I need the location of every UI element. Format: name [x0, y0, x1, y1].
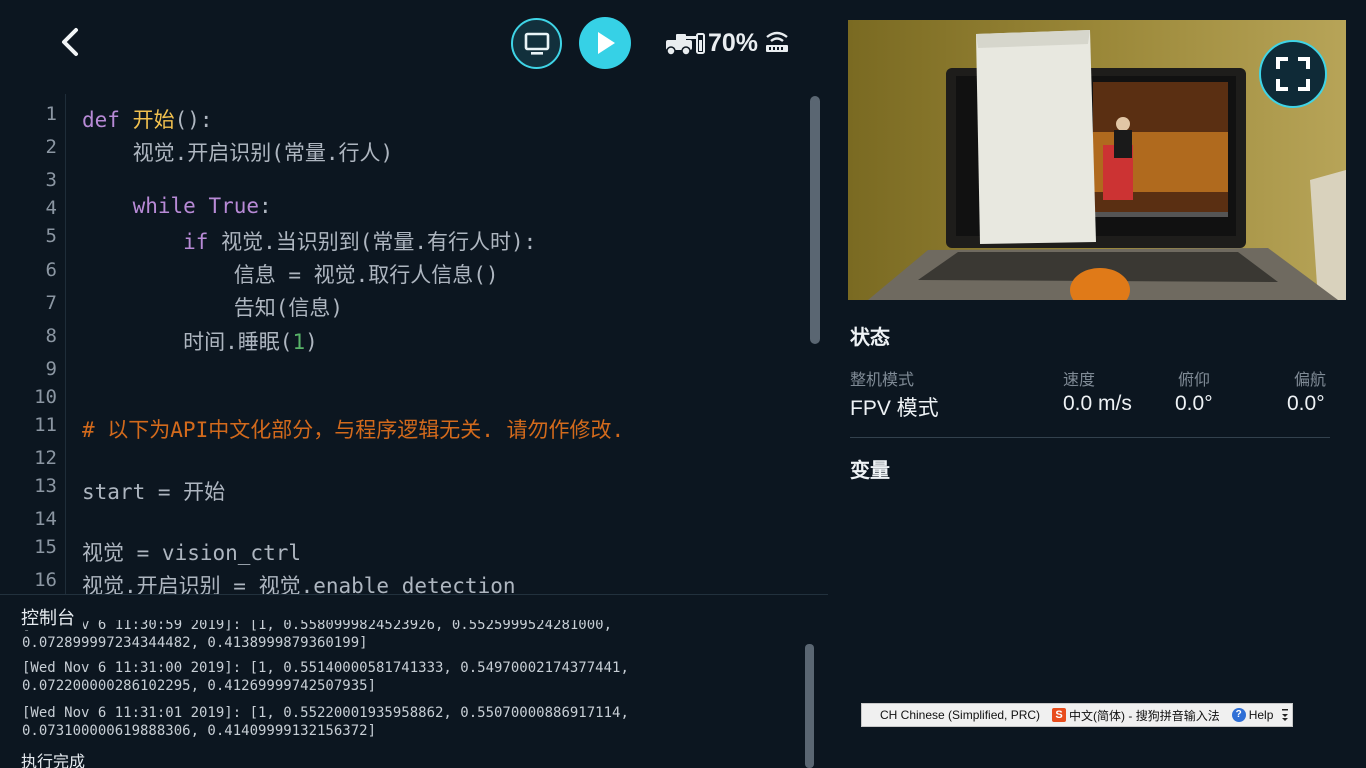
console-output: [Wed Nov 6 11:30:59 2019]: [1, 0.5580999… — [0, 620, 800, 768]
chevron-left-icon — [62, 28, 78, 56]
line-number: 5 — [45, 225, 57, 247]
robot-status-icon — [666, 33, 705, 56]
code-text: 视觉.当识别到(常量.有行人时): — [208, 230, 537, 254]
code-line-7: 告知(信息) — [82, 296, 344, 320]
code-line-2: 视觉.开启识别(常量.行人) — [82, 141, 394, 165]
line-number: 14 — [34, 508, 57, 530]
language-selector[interactable]: CH Chinese (Simplified, PRC) — [862, 708, 1044, 722]
keyword-def: def — [82, 108, 120, 132]
mode-value: FPV 模式 — [850, 397, 939, 420]
code-text: : — [259, 194, 272, 218]
line-number-gutter: 1 2 3 4 5 6 7 8 9 10 11 12 13 14 15 16 — [0, 94, 66, 594]
code-line-15: 视觉 = vision_ctrl — [82, 541, 302, 565]
line-number: 3 — [45, 169, 57, 191]
code-text: (): — [174, 108, 213, 132]
sogou-ime-icon: S — [1052, 708, 1067, 722]
speed-label: 速度 — [1063, 370, 1096, 389]
line-number: 1 — [45, 103, 57, 125]
language-bar-options[interactable] — [1278, 705, 1292, 725]
function-name: 开始 — [132, 108, 175, 132]
code-line-13: start = 开始 — [82, 480, 226, 504]
code-text: ) — [305, 330, 318, 354]
log-entry: [Wed Nov 6 11:31:00 2019]: [1, 0.5514000… — [22, 660, 629, 694]
log-entry: [Wed Nov 6 11:30:59 2019]: [1, 0.5580999… — [22, 620, 613, 651]
keyword-while: while — [132, 194, 196, 218]
code-line-8: 时间.睡眠(1) — [82, 326, 318, 356]
line-number: 13 — [34, 475, 57, 497]
code-line-1: def 开始(): — [82, 104, 213, 134]
number-literal: 1 — [292, 330, 306, 354]
log-entry: [Wed Nov 6 11:31:01 2019]: [1, 0.5522000… — [22, 705, 629, 739]
ime-label: 中文(简体) - 搜狗拼音输入法 — [1069, 708, 1220, 723]
line-number: 7 — [45, 292, 57, 314]
status-title: 状态 — [850, 325, 890, 349]
variables-title: 变量 — [850, 458, 890, 482]
speed-value: 0.0 m/s — [1063, 392, 1132, 415]
run-button[interactable] — [579, 17, 631, 69]
status-divider — [850, 437, 1330, 438]
console-scrollbar[interactable] — [805, 644, 814, 768]
code-line-11-comment: # 以下为API中文化部分，与程序逻辑无关. 请勿作修改. — [82, 418, 625, 442]
line-number: 15 — [34, 536, 57, 558]
code-line-5: if 视觉.当识别到(常量.有行人时): — [82, 226, 536, 256]
line-number: 6 — [45, 259, 57, 281]
line-number: 12 — [34, 447, 57, 469]
code-editor[interactable]: 1 2 3 4 5 6 7 8 9 10 11 12 13 14 15 16 d… — [0, 94, 828, 594]
console-divider — [0, 594, 828, 595]
language-bar[interactable]: CH Chinese (Simplified, PRC) S 中文(简体) - … — [861, 703, 1293, 727]
keyword-true: True — [208, 194, 260, 218]
keyword-if: if — [183, 230, 209, 254]
code-line-6: 信息 = 视觉.取行人信息() — [82, 263, 499, 287]
help-button[interactable]: ? Help — [1224, 708, 1278, 722]
help-icon: ? — [1231, 708, 1246, 722]
wifi-signal-icon — [766, 31, 788, 52]
console-title: 控制台 — [21, 604, 83, 630]
pitch-value: 0.0° — [1175, 392, 1213, 415]
options-arrow-icon — [1282, 709, 1288, 721]
battery-level: 70% — [708, 29, 759, 57]
editor-scrollbar[interactable] — [810, 96, 820, 344]
line-number: 10 — [34, 386, 57, 408]
line-number: 11 — [34, 414, 57, 436]
code-line-16: 视觉.开启识别 = 视觉.enable_detection — [82, 574, 516, 594]
line-number: 9 — [45, 358, 57, 380]
code-line-4: while True: — [82, 194, 272, 218]
screen-toggle-button[interactable] — [511, 18, 562, 69]
line-number: 16 — [34, 569, 57, 591]
monitor-icon — [524, 32, 549, 55]
yaw-label: 偏航 — [1294, 370, 1327, 389]
line-number: 4 — [45, 197, 57, 219]
mode-label: 整机模式 — [850, 370, 915, 389]
fullscreen-icon — [1276, 57, 1310, 91]
line-number: 8 — [45, 325, 57, 347]
back-button[interactable] — [52, 24, 88, 60]
help-label: Help — [1248, 708, 1274, 722]
console-status: 执行完成 — [21, 752, 86, 768]
language-label: CH Chinese (Simplified, PRC) — [880, 708, 1041, 722]
ime-selector[interactable]: S 中文(简体) - 搜狗拼音输入法 — [1044, 707, 1224, 724]
fullscreen-button[interactable] — [1259, 40, 1327, 108]
yaw-value: 0.0° — [1287, 392, 1325, 415]
pitch-label: 俯仰 — [1178, 370, 1211, 389]
code-text: 时间.睡眠( — [82, 330, 293, 354]
play-icon — [598, 32, 615, 54]
line-number: 2 — [45, 136, 57, 158]
